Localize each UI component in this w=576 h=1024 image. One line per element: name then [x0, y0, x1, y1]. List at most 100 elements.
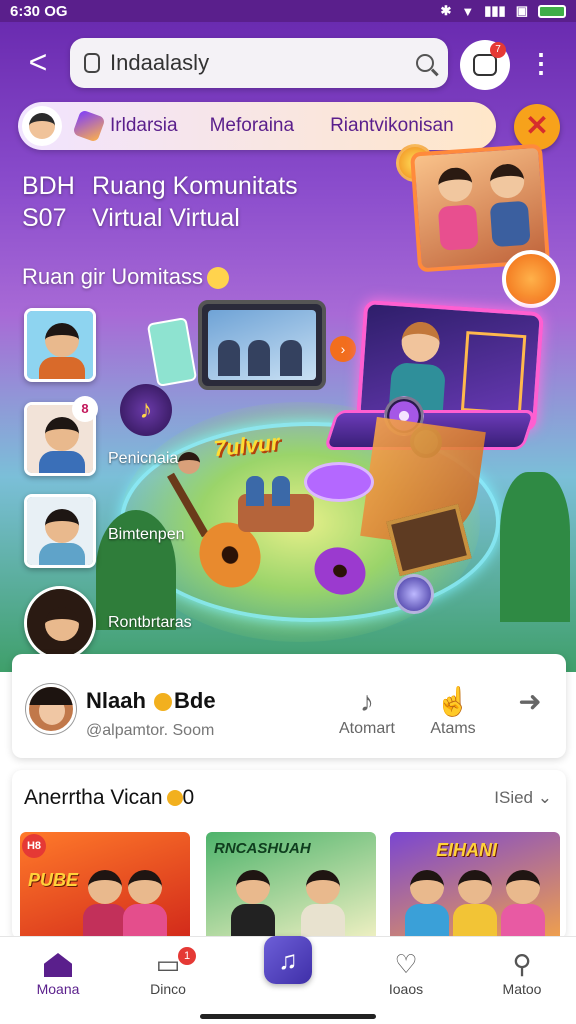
- section-title-suffix: 0: [182, 786, 195, 809]
- music-note-orb-icon[interactable]: ♪: [120, 384, 172, 436]
- category-tab-strip: Irldarsia Meforaina Riantvikonisan: [18, 102, 496, 150]
- avatar-face-icon: [29, 113, 55, 139]
- atomart-label: Atomart: [338, 720, 395, 737]
- close-icon: ✕: [525, 110, 549, 141]
- tab-meforaina[interactable]: Meforaina: [210, 115, 295, 137]
- hero-code-1: BDH: [22, 172, 75, 200]
- heart-icon: ♡: [394, 949, 418, 979]
- video-section: Anerrtha Vican 0 ISied ⌄ PUBE H8 RNCASHUA…: [12, 770, 566, 940]
- thumb-icon: ☝: [435, 686, 471, 717]
- side-item-label-4: Rontbrtaras: [108, 614, 192, 631]
- hero-subheading-text: Ruan gir Uomitass: [22, 264, 203, 289]
- home-icon: [44, 953, 72, 977]
- bluetooth-icon: ✱: [440, 3, 452, 18]
- thumb-torso: [39, 357, 85, 379]
- inbox-icon: [473, 54, 497, 76]
- side-item-3[interactable]: [24, 494, 96, 568]
- profile-handle: @alpamtor. Soom: [86, 722, 215, 739]
- music-app-button[interactable]: ♫: [264, 936, 312, 984]
- palm-tree-right: [500, 472, 570, 622]
- thumb-torso: [39, 451, 85, 473]
- sofa-person: [272, 476, 290, 506]
- thumb-head: [45, 607, 79, 641]
- back-arrow-icon: <: [28, 44, 48, 80]
- search-input[interactable]: Indaalasly: [110, 50, 416, 76]
- guitar-player: [178, 452, 200, 474]
- thumb-person-body: [123, 904, 167, 940]
- profile-avatar[interactable]: [26, 684, 76, 734]
- sort-dropdown[interactable]: ISied ⌄: [494, 788, 552, 808]
- atomart-button[interactable]: ♪ Atomart: [332, 688, 402, 738]
- atams-button[interactable]: ☝ Atams: [418, 688, 488, 738]
- person-head: [437, 166, 474, 203]
- close-button[interactable]: ✕: [514, 104, 560, 150]
- side-item-4[interactable]: [24, 586, 96, 660]
- tv-screen[interactable]: [198, 300, 326, 390]
- tab-riantvikonisan[interactable]: Riantvikonisan: [330, 115, 454, 137]
- thumb-person-head: [306, 870, 340, 904]
- music-app-icon: ♫: [278, 945, 298, 975]
- chat-icon: ▭: [155, 949, 181, 979]
- thumb-person-head: [410, 870, 444, 904]
- sort-label: ISied: [494, 788, 534, 807]
- laptop-board: [460, 331, 527, 416]
- thumb-person-body: [405, 904, 449, 940]
- smiley-icon: [206, 267, 229, 290]
- search-icon[interactable]: [416, 54, 434, 72]
- thumb-title: RNCASHUAH: [214, 840, 311, 857]
- person-body: [489, 200, 531, 248]
- status-icons: ✱ ▼ ▮▮▮ ▣: [440, 3, 566, 19]
- thumb-person-head: [458, 870, 492, 904]
- hero-title-1: Ruang Komunitats: [92, 172, 298, 200]
- profile-name-last: Bde: [174, 688, 216, 713]
- hero-title-2: Virtual Virtual: [92, 204, 240, 232]
- video-thumb-3[interactable]: EIHANI: [390, 832, 560, 940]
- profile-name-first: Nlaah: [86, 688, 146, 713]
- share-button[interactable]: ➜: [508, 688, 552, 720]
- thumb-head: [45, 417, 79, 451]
- user-avatar[interactable]: [22, 106, 62, 146]
- notification-badge: 7: [490, 42, 506, 58]
- purple-orb-icon: [394, 574, 434, 614]
- person-head: [489, 162, 526, 200]
- home-indicator[interactable]: [200, 1014, 376, 1019]
- chevron-down-icon: ⌄: [537, 788, 552, 807]
- kebab-menu-icon: ⋮: [528, 48, 554, 78]
- play-arrow-icon[interactable]: ›: [330, 336, 356, 362]
- thumb-torso: [39, 543, 85, 565]
- video-thumb-1[interactable]: PUBE H8: [20, 832, 190, 940]
- nav-profile[interactable]: ⚲ Matoo: [472, 947, 572, 997]
- nav-chat[interactable]: ▭ 1 Dinco: [118, 947, 218, 997]
- sofa-person: [246, 476, 264, 506]
- thumb-person-head: [506, 870, 540, 904]
- person-body: [437, 204, 479, 251]
- nav-profile-label: Matoo: [502, 981, 542, 997]
- thumb-person-head: [128, 870, 162, 904]
- more-options-button[interactable]: ⋮: [528, 48, 554, 82]
- smile-badge-icon[interactable]: [502, 250, 560, 308]
- nav-favorites[interactable]: ♡ Ioaos: [356, 947, 456, 997]
- sofa-scene: [238, 476, 314, 532]
- thumb-person-head: [236, 870, 270, 904]
- title-badge-icon: [166, 790, 183, 807]
- signal-icon: ▮▮▮: [484, 3, 506, 18]
- nav-home-label: Moana: [36, 981, 80, 997]
- section-title-text: Anerrtha Vican: [24, 786, 163, 809]
- top-bar: < Indaalasly 7 ⋮: [0, 38, 576, 90]
- tv-person: [248, 340, 270, 376]
- tab-irldarsia[interactable]: Irldarsia: [110, 115, 178, 137]
- nav-favorites-label: Ioaos: [388, 981, 424, 997]
- thumb-person-head: [88, 870, 122, 904]
- tv-person: [280, 340, 302, 376]
- notifications-button[interactable]: 7: [460, 40, 510, 90]
- battery-icon: [538, 4, 566, 18]
- thumb-person-body: [453, 904, 497, 940]
- back-button[interactable]: <: [18, 44, 58, 84]
- nav-home[interactable]: Moana: [8, 947, 108, 997]
- search-box[interactable]: Indaalasly: [70, 38, 448, 88]
- side-item-1[interactable]: [24, 308, 96, 382]
- thumb-head: [45, 509, 79, 543]
- wifi-icon: ▼: [461, 3, 475, 19]
- video-thumb-2[interactable]: RNCASHUAH: [206, 832, 376, 940]
- thumb-title: EIHANI: [436, 840, 498, 860]
